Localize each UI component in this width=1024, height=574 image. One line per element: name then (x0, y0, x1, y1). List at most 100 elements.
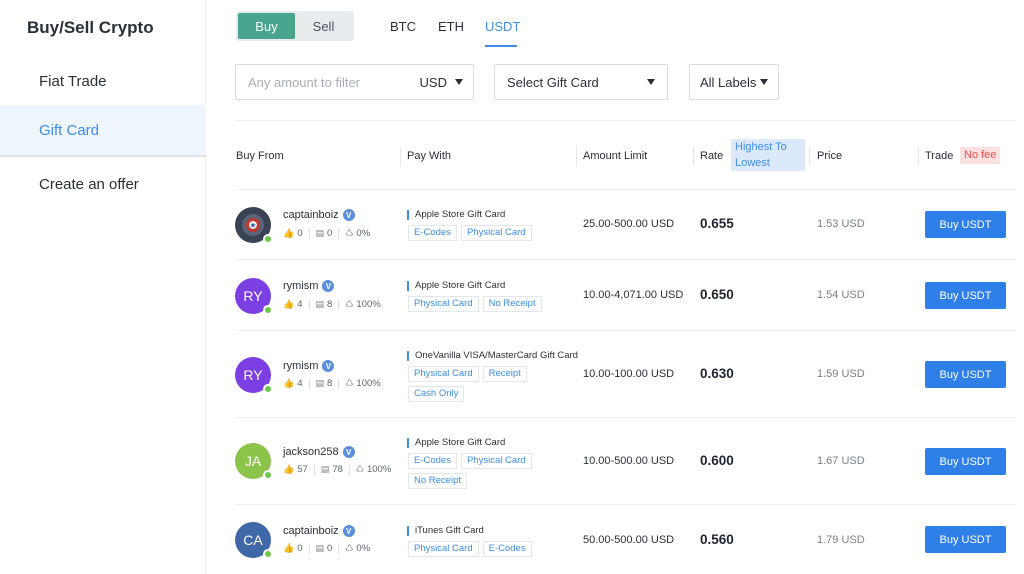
document-icon: ▤ (315, 378, 325, 388)
likes-stat: 👍 0 (283, 228, 303, 239)
seller-name[interactable]: rymism V (283, 360, 335, 372)
buy-usdt-button[interactable]: Buy USDT (925, 526, 1006, 553)
buy-sell-toggle: Buy Sell (236, 11, 354, 41)
caret-down-icon (647, 79, 655, 85)
online-indicator (263, 305, 273, 315)
sidebar-item-gift-card[interactable]: Gift Card (0, 105, 206, 157)
completion-stat: ♺ 0% (345, 543, 370, 554)
labels-select[interactable]: All Labels (689, 64, 779, 100)
amount-filter: USD (235, 64, 474, 100)
header-divider (693, 147, 694, 165)
gift-card-name: OneVanilla VISA/MasterCard Gift Card (407, 351, 578, 361)
thumbs-up-icon: 👍 (283, 464, 295, 474)
stat-divider (308, 378, 310, 389)
stat-divider (313, 464, 315, 475)
username[interactable]: rymism (283, 280, 318, 292)
sort-highest-to-lowest[interactable]: Highest To Lowest (731, 139, 805, 171)
sell-toggle-button[interactable]: Sell (295, 13, 352, 39)
likes-stat: 👍 4 (283, 299, 303, 310)
likes-stat: 👍 0 (283, 543, 303, 554)
seller-name[interactable]: captainboiz V (283, 525, 355, 537)
trades-stat: ▤ 8 (316, 378, 333, 389)
sidebar-title: Buy/Sell Crypto (27, 18, 154, 37)
avatar[interactable]: RY (235, 278, 273, 315)
currency-value: USD (419, 74, 447, 90)
username[interactable]: captainboiz (283, 525, 339, 537)
seller-name[interactable]: rymism V (283, 280, 335, 292)
sidebar-item-create-offer[interactable]: Create an offer (0, 158, 206, 210)
stat-divider (338, 378, 340, 389)
table-header: Buy From Pay With Amount Limit Rate High… (235, 120, 1016, 190)
tab-btc[interactable]: BTC (390, 11, 416, 47)
avatar-initials: RY (243, 288, 263, 304)
sidebar-item-fiat-trade[interactable]: Fiat Trade (0, 55, 206, 107)
trades-count: 0 (327, 543, 333, 554)
amount-limit: 10.00-500.00 USD (583, 455, 675, 467)
avatar[interactable]: RY (235, 357, 273, 394)
amount-limit: 10.00-4,071.00 USD (583, 289, 684, 301)
header-pay-with: Pay With (407, 150, 452, 162)
tag: Physical Card (460, 453, 532, 469)
completion-stat: ♺ 100% (356, 464, 391, 475)
verified-icon: V (322, 280, 335, 292)
header-buy-from: Buy From (236, 150, 284, 162)
seller-name[interactable]: captainboiz V (283, 209, 355, 221)
no-fee-badge: No fee (960, 147, 1001, 164)
table-row: RY rymism V 👍 4 ▤ 8 ♺ 100% OneVanilla VISA/… (235, 331, 1016, 418)
likes-count: 0 (297, 228, 303, 239)
amount-limit: 25.00-500.00 USD (583, 218, 675, 230)
username[interactable]: jackson258 (283, 446, 339, 458)
price-value: 1.59 USD (817, 368, 865, 380)
tab-usdt[interactable]: USDT (485, 11, 520, 47)
buy-toggle-button[interactable]: Buy (238, 13, 295, 39)
currency-select[interactable]: USD (420, 75, 473, 90)
avatar[interactable]: CA (235, 522, 273, 559)
tag: Cash Only (408, 386, 465, 402)
stat-divider (308, 228, 310, 239)
thumbs-up-icon: 👍 (283, 378, 295, 388)
tag: Receipt (482, 366, 527, 382)
seller-stats: 👍 4 ▤ 8 ♺ 100% (283, 378, 381, 389)
avatar-initials: CA (243, 532, 263, 548)
buy-usdt-button[interactable]: Buy USDT (925, 361, 1006, 388)
username[interactable]: rymism (283, 360, 318, 372)
table-row: captainboiz V 👍 0 ▤ 0 ♺ 0% Apple Store Gift… (235, 190, 1016, 260)
shield-avatar-icon (242, 214, 264, 236)
labels-select-label: All Labels (700, 74, 757, 90)
verified-icon: V (342, 446, 355, 458)
seller-name[interactable]: jackson258 V (283, 446, 355, 458)
avatar-initials: RY (243, 367, 263, 383)
seller-stats: 👍 57 ▤ 78 ♺ 100% (283, 464, 391, 475)
likes-count: 4 (297, 299, 303, 310)
avatar[interactable] (235, 207, 273, 244)
tag-list: Physical Card E-Codes (408, 541, 578, 557)
trades-count: 8 (327, 299, 333, 310)
header-divider (809, 147, 810, 165)
table-row: CA captainboiz V 👍 0 ▤ 0 ♺ 0% iTunes Gift C… (235, 505, 1016, 574)
tag: Physical Card (408, 366, 479, 382)
document-icon: ▤ (315, 228, 325, 238)
completion-stat: ♺ 100% (345, 299, 380, 310)
seller-stats: 👍 0 ▤ 0 ♺ 0% (283, 543, 370, 554)
completion-rate: 100% (366, 464, 392, 475)
buy-usdt-button[interactable]: Buy USDT (925, 282, 1006, 309)
avatar[interactable]: JA (235, 443, 273, 480)
recycle-icon: ♺ (345, 228, 354, 238)
buy-usdt-button[interactable]: Buy USDT (925, 448, 1006, 475)
trades-stat: ▤ 0 (316, 228, 333, 239)
tag-list: E-Codes Physical Card (408, 225, 578, 241)
stat-divider (338, 543, 340, 554)
stat-divider (338, 228, 340, 239)
price-value: 1.79 USD (817, 534, 865, 546)
likes-stat: 👍 57 (283, 464, 308, 475)
tag: Physical Card (408, 296, 479, 312)
tag-list: Physical Card Receipt Cash Only (408, 366, 578, 402)
rate-value: 0.650 (700, 287, 734, 302)
amount-input[interactable] (236, 74, 396, 90)
tab-eth[interactable]: ETH (438, 11, 464, 47)
header-divider (400, 147, 401, 165)
gift-card-select[interactable]: Select Gift Card (494, 64, 668, 100)
username[interactable]: captainboiz (283, 209, 339, 221)
recycle-icon: ♺ (345, 299, 354, 309)
buy-usdt-button[interactable]: Buy USDT (925, 211, 1006, 238)
